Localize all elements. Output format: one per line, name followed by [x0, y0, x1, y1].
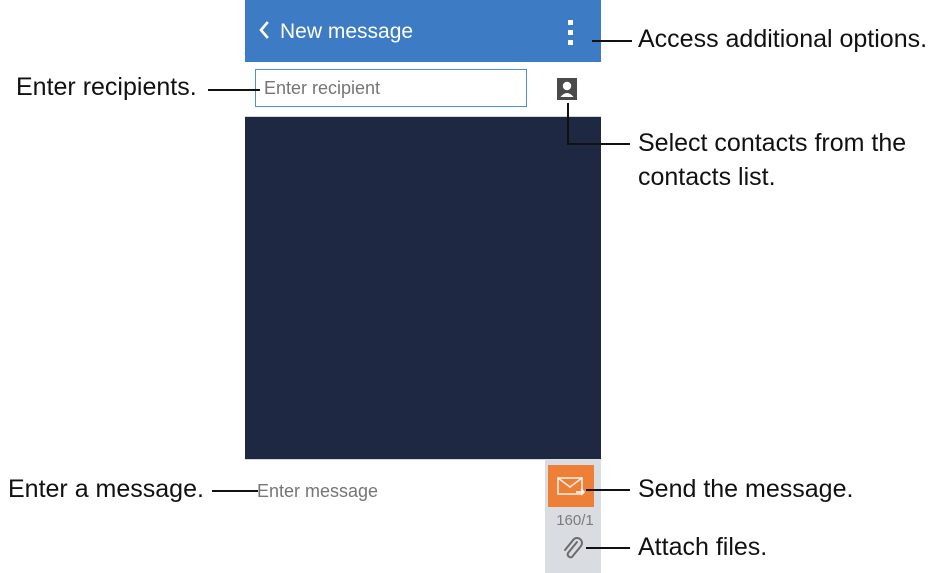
attach-button[interactable] [558, 534, 588, 564]
paperclip-icon [564, 537, 583, 559]
callout-contacts-line1: Select contacts from the [638, 129, 907, 157]
callout-line-message [212, 490, 258, 492]
chevron-left-icon [259, 21, 269, 39]
callout-line-attach [586, 547, 630, 549]
character-counter: 160/1 [556, 512, 594, 529]
conversation-area [245, 117, 601, 459]
callout-options: Access additional options. [638, 25, 928, 53]
callout-message: Enter a message. [8, 475, 204, 503]
more-vertical-icon [567, 19, 573, 25]
callout-contacts-line2: contacts list. [638, 163, 776, 191]
callout-line-contacts-vertical [567, 103, 569, 145]
message-input[interactable] [257, 476, 537, 506]
action-bar: New message [245, 0, 601, 62]
recipient-input[interactable] [255, 69, 527, 107]
more-options-button[interactable] [557, 14, 583, 50]
contacts-button[interactable] [554, 76, 580, 102]
callout-recipients: Enter recipients. [16, 73, 197, 101]
contact-book-icon [557, 78, 577, 100]
recipient-bar [245, 62, 601, 117]
callout-attach: Attach files. [638, 533, 768, 561]
callout-line-contacts [567, 143, 630, 145]
back-button[interactable] [249, 12, 279, 48]
send-button[interactable] [548, 465, 594, 507]
envelope-send-icon [557, 477, 586, 496]
callout-line-recipients [208, 89, 260, 91]
callout-line-send [586, 489, 630, 491]
page-title: New message [280, 20, 414, 43]
callout-line-options [592, 40, 632, 42]
callout-send: Send the message. [638, 475, 854, 503]
phone-screen: New message 160/1 [245, 0, 601, 573]
